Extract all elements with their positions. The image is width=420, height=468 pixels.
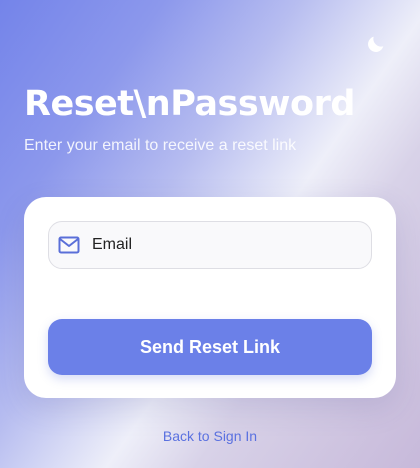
theme-toggle-button[interactable] <box>362 30 390 58</box>
mail-icon <box>58 236 80 254</box>
moon-icon <box>368 36 384 52</box>
email-field[interactable] <box>48 221 372 269</box>
page-title: Reset\nPassword <box>24 84 355 124</box>
email-input[interactable] <box>92 236 352 254</box>
page-subtitle: Enter your email to receive a reset link <box>24 137 297 154</box>
reset-card: Send Reset Link <box>24 197 396 398</box>
send-reset-link-button[interactable]: Send Reset Link <box>48 319 372 375</box>
back-to-sign-in-link[interactable]: Back to Sign In <box>0 428 420 444</box>
